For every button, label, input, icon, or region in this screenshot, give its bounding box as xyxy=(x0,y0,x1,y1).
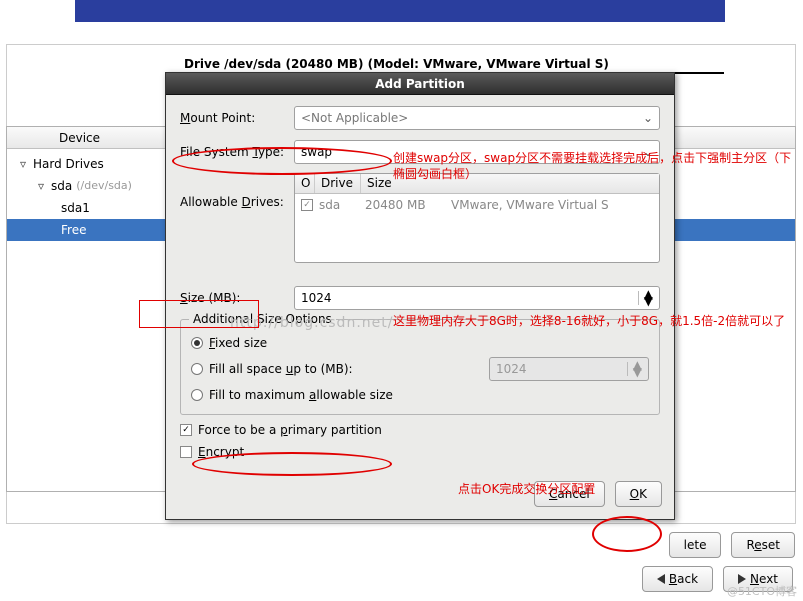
back-button[interactable]: Back xyxy=(642,566,713,592)
ok-button[interactable]: OK xyxy=(615,481,662,507)
spin-arrows: ▲▼ xyxy=(627,362,642,376)
radio-fixed-size[interactable] xyxy=(191,337,203,349)
encrypt-row[interactable]: Encrypt xyxy=(180,445,660,459)
additional-size-options-group: Additional Size Options Fixed size Fill … xyxy=(180,319,660,415)
dialog-button-bar: Cancel OK xyxy=(166,471,674,519)
tree-label: Hard Drives xyxy=(33,153,104,175)
chevron-down-icon: ⌄ xyxy=(643,111,653,125)
drive-model: VMware, VMware Virtual S xyxy=(451,198,609,212)
encrypt-checkbox[interactable] xyxy=(180,446,192,458)
radio-fixed-size-row[interactable]: Fixed size xyxy=(191,330,649,356)
mount-point-combo[interactable]: <Not Applicable> ⌄ xyxy=(294,106,660,130)
drive-checkbox[interactable]: ✓ xyxy=(301,199,313,211)
force-primary-row[interactable]: ✓ Force to be a primary partition xyxy=(180,423,660,437)
drive-size: 20480 MB xyxy=(365,198,445,212)
expand-icon[interactable]: ▿ xyxy=(35,175,47,197)
combo-value: swap xyxy=(301,145,332,159)
add-partition-dialog: Add Partition Mount Point: <Not Applicab… xyxy=(165,72,675,520)
allowable-drives-row: Allowable Drives: O Drive Size ✓ sda 204… xyxy=(180,173,660,263)
fill-up-to-input xyxy=(496,362,627,376)
cancel-button[interactable]: Cancel xyxy=(534,481,605,507)
radio-fill-max-row[interactable]: Fill to maximum allowable size xyxy=(191,382,649,408)
radio-fill-up-to-row[interactable]: Fill all space up to (MB): ▲▼ xyxy=(191,356,649,382)
radio-label: Fill to maximum allowable size xyxy=(209,388,393,402)
combo-value: <Not Applicable> xyxy=(301,111,408,125)
radio-fill-up-to[interactable] xyxy=(191,363,203,375)
mount-point-row: Mount Point: <Not Applicable> ⌄ xyxy=(180,105,660,131)
checkbox-label: Encrypt xyxy=(198,445,244,459)
mount-point-label: Mount Point: xyxy=(180,111,294,125)
panel-buttons: lete Reset xyxy=(669,532,795,558)
col-check: O xyxy=(295,174,315,193)
installer-top-bar xyxy=(75,0,725,22)
drives-table-row[interactable]: ✓ sda 20480 MB VMware, VMware Virtual S xyxy=(295,194,659,216)
group-legend: Additional Size Options xyxy=(189,312,336,326)
size-spinbox[interactable]: ▲▼ xyxy=(294,286,660,310)
fs-type-label: File System Type: xyxy=(180,145,294,159)
fs-type-row: File System Type: swap ⌄ xyxy=(180,139,660,165)
tree-label: Free xyxy=(61,219,86,241)
chevron-down-icon: ⌄ xyxy=(643,145,653,159)
size-label: Size (MB): xyxy=(180,291,294,305)
allowable-drives-label: Allowable Drives: xyxy=(180,195,294,209)
drive-name: sda xyxy=(319,198,359,212)
dialog-title: Add Partition xyxy=(166,73,674,95)
expand-icon[interactable]: ▿ xyxy=(17,153,29,175)
fill-up-to-spinbox: ▲▼ xyxy=(489,357,649,381)
radio-label: Fill all space up to (MB): xyxy=(209,362,353,376)
arrow-left-icon xyxy=(657,574,665,584)
size-input[interactable] xyxy=(301,291,638,305)
col-size: Size xyxy=(361,174,659,193)
tree-label: sda xyxy=(51,175,72,197)
radio-fill-max[interactable] xyxy=(191,389,203,401)
checkbox-label: Force to be a primary partition xyxy=(198,423,382,437)
corner-watermark: @51CTO博客 xyxy=(727,583,797,599)
col-drive: Drive xyxy=(315,174,361,193)
reset-button[interactable]: Reset xyxy=(731,532,795,558)
size-row: Size (MB): ▲▼ xyxy=(180,285,660,311)
drive-info-label: Drive /dev/sda (20480 MB) (Model: VMware… xyxy=(184,57,609,71)
tree-label-path: (/dev/sda) xyxy=(76,175,132,197)
delete-button[interactable]: lete xyxy=(669,532,722,558)
spin-arrows[interactable]: ▲▼ xyxy=(638,291,653,305)
tree-label: sda1 xyxy=(61,197,90,219)
force-primary-checkbox[interactable]: ✓ xyxy=(180,424,192,436)
fs-type-combo[interactable]: swap ⌄ xyxy=(294,140,660,164)
allowable-drives-table[interactable]: O Drive Size ✓ sda 20480 MB VMware, VMwa… xyxy=(294,173,660,263)
radio-label: Fixed size xyxy=(209,336,267,350)
drives-table-header: O Drive Size xyxy=(295,174,659,194)
